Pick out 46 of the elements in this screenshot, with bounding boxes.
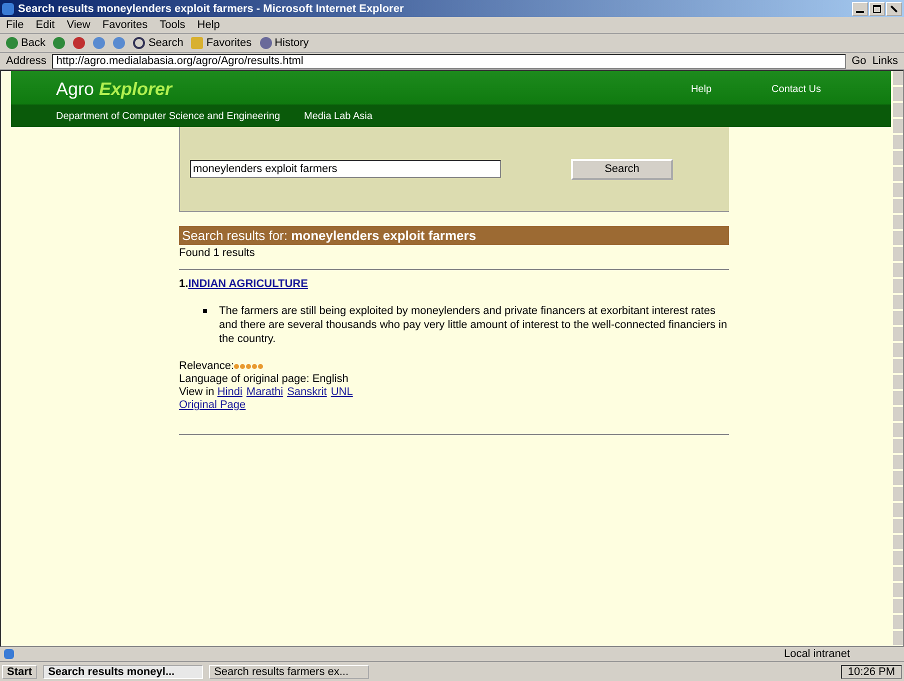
search-icon: [133, 37, 146, 49]
search-button[interactable]: Search: [133, 37, 184, 49]
minimize-button[interactable]: [852, 2, 868, 16]
taskbar-button[interactable]: Search results moneyl...: [43, 664, 204, 678]
address-field[interactable]: http://agro.medialabasia.org/agro/Agro/results.html: [52, 54, 846, 68]
language-link[interactable]: Marathi: [246, 386, 284, 398]
taskbar-button[interactable]: Search results farmers ex...: [209, 664, 370, 678]
language-link[interactable]: UNL: [330, 386, 353, 398]
nav-link[interactable]: Help: [690, 84, 712, 94]
back-button[interactable]: Back: [6, 37, 46, 49]
zone-text: Local intranet: [784, 648, 850, 660]
menu-item[interactable]: View: [66, 19, 90, 31]
result-link[interactable]: INDIAN AGRICULTURE: [188, 278, 308, 290]
language-link[interactable]: Sanskrit: [287, 386, 327, 398]
search-field[interactable]: moneylenders exploit farmers: [190, 160, 501, 178]
site-logo[interactable]: Agro Explorer: [56, 78, 172, 100]
close-button[interactable]: [886, 2, 902, 16]
menu-item[interactable]: Tools: [160, 19, 186, 31]
language-link[interactable]: Hindi: [217, 386, 242, 398]
go-button[interactable]: Go: [852, 55, 866, 67]
original-page-link[interactable]: Original Page: [179, 399, 246, 411]
clock: 10:26 PM: [840, 664, 902, 678]
window-title: Search results moneylenders exploit farmers - Microsoft Internet Explorer: [18, 2, 404, 14]
bullet-icon: [203, 309, 207, 313]
language-text: Language of original page: English: [179, 373, 350, 386]
results-count: Found 1 results: [179, 246, 256, 261]
favorites-button[interactable]: Favorites: [191, 37, 252, 49]
start-button[interactable]: Start: [2, 664, 38, 678]
history-button[interactable]: History: [260, 37, 309, 49]
result-snippet: The farmers are still being exploited by moneylenders and private financers at exorbitant interest rates and there are several thousands who pay very little amount of interest to the well-connected financiers in the country.: [219, 304, 728, 346]
nav-link[interactable]: Contact Us: [772, 84, 821, 94]
relevance-label: Relevance:: [179, 360, 234, 372]
search-button[interactable]: Search: [571, 158, 673, 180]
results-heading: Search results for: moneylenders exploit farmers: [179, 226, 729, 245]
address-label: Address: [6, 55, 46, 67]
menu-item[interactable]: Help: [197, 19, 220, 31]
menu-item[interactable]: Edit: [36, 19, 55, 31]
maximize-button[interactable]: [869, 2, 885, 16]
result-number: 1.: [179, 278, 188, 290]
links-label[interactable]: Links: [872, 55, 898, 67]
menu-item[interactable]: File: [6, 19, 24, 31]
subnav-link[interactable]: Department of Computer Science and Engineering: [56, 111, 280, 122]
subnav-link[interactable]: Media Lab Asia: [304, 111, 372, 122]
view-label: View in: [179, 386, 214, 398]
menu-item[interactable]: Favorites: [102, 19, 148, 31]
scrollbar[interactable]: [893, 71, 903, 646]
